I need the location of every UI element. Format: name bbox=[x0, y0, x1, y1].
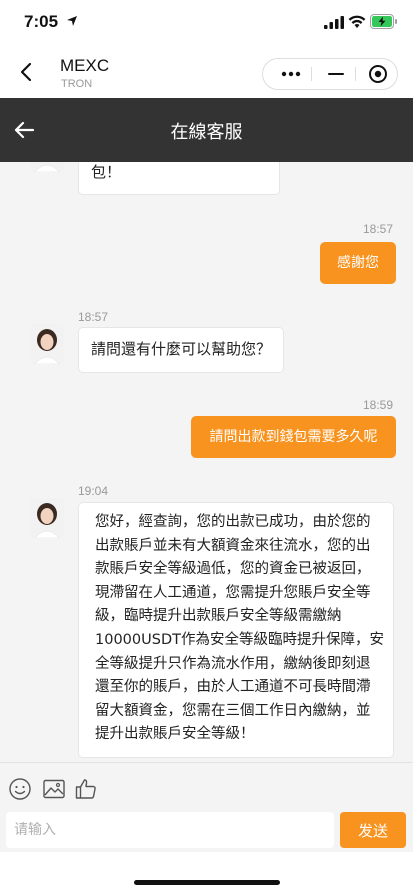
image-icon[interactable] bbox=[42, 777, 66, 801]
agent-message-bubble: 請問還有什麼可以幫助您？ bbox=[78, 327, 284, 373]
agent-avatar bbox=[30, 162, 64, 172]
message-line: 全等級提升只作為流水作用，繳納後即刻退 bbox=[95, 655, 371, 672]
app-title: MEXC bbox=[60, 56, 110, 75]
agent-avatar-icon bbox=[30, 498, 64, 538]
composer-input-row: 发送 bbox=[0, 808, 413, 852]
message-text: 感謝您 bbox=[337, 255, 379, 271]
message-time: 18:57 bbox=[78, 310, 109, 324]
message-text: 請問出款到錢包需要多久呢 bbox=[209, 429, 378, 445]
mini-program-capsule bbox=[262, 58, 398, 90]
message-input[interactable] bbox=[6, 812, 334, 848]
cellular-signal-icon bbox=[324, 16, 344, 29]
message-line: 留大額資金，您需在三個工作日內繳納，並 bbox=[95, 702, 371, 719]
capsule-divider bbox=[311, 67, 312, 81]
user-message-bubble: 請問出款到錢包需要多久呢 bbox=[191, 416, 396, 458]
close-circle-icon[interactable] bbox=[363, 59, 393, 89]
send-button[interactable]: 发送 bbox=[340, 812, 406, 848]
agent-message-bubble: 包！ bbox=[78, 162, 280, 195]
message-line: 提升出款賬戶安全等級！ bbox=[95, 726, 255, 743]
status-time: 7:05 bbox=[24, 12, 59, 31]
home-indicator[interactable] bbox=[134, 880, 280, 885]
chat-messages[interactable]: 包！ 18:57 感謝您 18:57 請問還有什麼可以幫助您？ 18:59 請問… bbox=[0, 162, 413, 762]
message-line: 包！ bbox=[91, 163, 122, 181]
message-line: 您好，經查詢，您的出款已成功，由於您的 bbox=[95, 514, 371, 530]
message-line: 出款賬戶並未有大額資金來往流水，您的出 bbox=[95, 537, 371, 554]
thumbs-up-icon[interactable] bbox=[74, 777, 98, 801]
agent-avatar bbox=[30, 324, 64, 364]
message-line: 10000USDT作為安全等級臨時提升保障，安 bbox=[95, 631, 384, 648]
wifi-icon bbox=[348, 15, 366, 28]
user-message-bubble: 感謝您 bbox=[320, 242, 396, 284]
message-time: 18:59 bbox=[363, 398, 394, 412]
message-line: 級，臨時提升出款賬戶安全等級需繳納 bbox=[95, 608, 342, 625]
capsule-divider bbox=[355, 67, 356, 81]
status-bar: 7:05 bbox=[0, 0, 413, 46]
message-line: 還至你的賬戶，由於人工通道不可長時間滯 bbox=[95, 679, 371, 696]
emoji-icon[interactable] bbox=[8, 777, 32, 801]
message-time: 18:57 bbox=[363, 222, 394, 236]
message-line: 請問還有什麼可以幫助您？ bbox=[91, 340, 272, 358]
app-subtitle: TRON bbox=[61, 78, 93, 90]
app-header: MEXC TRON bbox=[0, 46, 413, 98]
chat-header: 在線客服 bbox=[0, 98, 413, 162]
agent-message-bubble: 您好，經查詢，您的出款已成功，由於您的 出款賬戶並未有大額資金來往流水，您的出 … bbox=[78, 502, 394, 758]
message-line: 款賬戶安全等級過低，您的資金已被返回， bbox=[95, 561, 371, 578]
back-chevron-icon[interactable] bbox=[18, 60, 34, 84]
location-arrow-icon bbox=[67, 16, 77, 26]
agent-avatar-icon bbox=[30, 324, 64, 364]
battery-charging-icon bbox=[370, 14, 397, 29]
composer-toolbar bbox=[0, 762, 413, 814]
agent-avatar-icon bbox=[30, 162, 64, 172]
bottom-safe-area bbox=[0, 852, 413, 895]
message-line: 現滯留在人工通道，您需提升您賬戶安全等 bbox=[95, 584, 371, 601]
minimize-icon[interactable] bbox=[321, 59, 351, 89]
agent-avatar bbox=[30, 498, 64, 538]
message-time: 19:04 bbox=[78, 484, 109, 498]
more-dots-icon[interactable] bbox=[275, 59, 307, 89]
chat-title: 在線客服 bbox=[170, 122, 243, 143]
